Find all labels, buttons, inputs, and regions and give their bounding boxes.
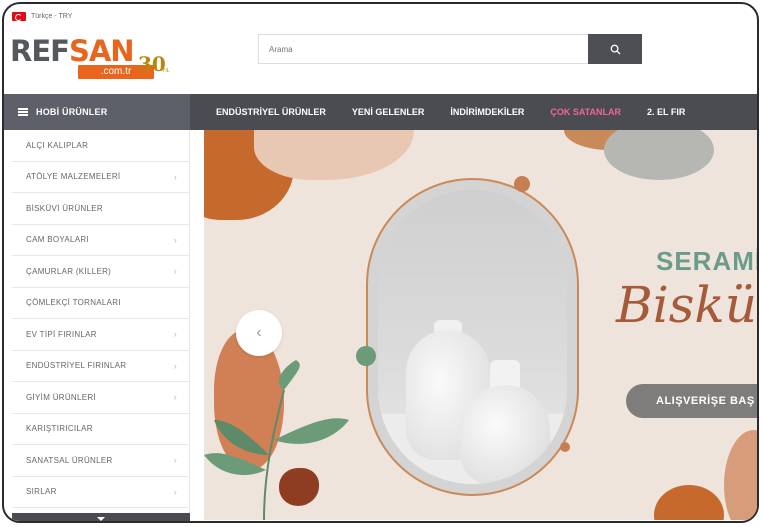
- nav-item-industrial[interactable]: ENDÜSTRİYEL ÜRÜNLER: [216, 107, 326, 117]
- sidebar-item-label: ÇÖMLEKÇİ TORNALARI: [26, 298, 121, 308]
- sidebar-expand-button[interactable]: [12, 513, 190, 521]
- sidebar-item-biskuvi[interactable]: BİSKÜVİ ÜRÜNLER: [12, 193, 189, 225]
- site-logo[interactable]: REFSAN .com.tr 30 YIL: [10, 32, 190, 82]
- sidebar-item-label: ENDÜSTRİYEL FIRINLAR: [26, 361, 127, 371]
- language-label: Türkçe - TRY: [31, 13, 73, 20]
- sidebar-item-label: ÇAMURLAR (KİLLER): [26, 266, 112, 276]
- decor-dot: [560, 442, 570, 452]
- hamburger-icon: [18, 108, 28, 116]
- sidebar-item-cam-boyalari[interactable]: CAM BOYALARI ›: [12, 225, 189, 256]
- decor-blob: [604, 130, 714, 180]
- sidebar-item-label: CAM BOYALARI: [26, 235, 90, 245]
- chevron-right-icon: ›: [173, 392, 177, 403]
- sidebar-item-tornalar[interactable]: ÇÖMLEKÇİ TORNALARI: [12, 288, 189, 319]
- language-selector[interactable]: Türkçe - TRY: [12, 12, 72, 21]
- logo-ref: REF: [10, 34, 70, 68]
- sidebar-item-label: KARIŞTIRICILAR: [26, 424, 93, 434]
- chevron-right-icon: ›: [173, 329, 177, 340]
- chevron-right-icon: ›: [173, 171, 177, 182]
- logo-years-sub: YIL: [162, 68, 170, 74]
- leaf-illustration: [204, 360, 349, 520]
- mirror-frame: [366, 178, 579, 496]
- nav-item-discounts[interactable]: İNDİRİMDEKİLER: [450, 107, 524, 117]
- sidebar-item-giyim[interactable]: GİYİM ÜRÜNLERİ ›: [12, 382, 189, 414]
- caret-down-icon: [97, 517, 105, 521]
- decor-dot: [356, 346, 376, 366]
- search-button[interactable]: [588, 34, 642, 64]
- chevron-right-icon: ›: [173, 360, 177, 371]
- sidebar-item-camurlar[interactable]: ÇAMURLAR (KİLLER) ›: [12, 256, 189, 288]
- sidebar-item-label: ATÖLYE MALZEMELERİ: [26, 172, 121, 182]
- shop-now-button[interactable]: ALIŞVERİŞE BAŞ: [626, 384, 757, 418]
- sidebar-item-label: BİSKÜVİ ÜRÜNLER: [26, 203, 103, 213]
- turkey-flag-icon: [12, 12, 26, 21]
- sidebar-item-label: SIRLAR: [26, 487, 57, 497]
- sidebar-item-sirlar[interactable]: SIRLAR ›: [12, 477, 189, 508]
- main-navigation: HOBİ ÜRÜNLER ENDÜSTRİYEL ÜRÜNLER YENİ GE…: [4, 94, 757, 130]
- sidebar-item-label: GİYİM ÜRÜNLERİ: [26, 392, 96, 402]
- banner-title: SERAMİ: [656, 246, 759, 276]
- search-input[interactable]: [258, 34, 588, 64]
- logo-san: SAN: [68, 34, 135, 68]
- chevron-right-icon: ›: [173, 266, 177, 277]
- sidebar-item-atolye[interactable]: ATÖLYE MALZEMELERİ ›: [12, 162, 189, 193]
- vase-small: [460, 385, 550, 484]
- sidebar-item-ev-tipi-firinlar[interactable]: EV TİPİ FIRINLAR ›: [12, 319, 189, 351]
- vase-photo: [378, 190, 567, 484]
- sidebar-item-alci-kaliplar[interactable]: ALÇI KALIPLAR: [12, 130, 189, 162]
- chevron-right-icon: ›: [173, 234, 177, 245]
- sidebar-item-label: SANATSAL ÜRÜNLER: [26, 455, 113, 465]
- chevron-right-icon: ›: [173, 486, 177, 497]
- carousel-prev-button[interactable]: ‹: [236, 310, 282, 356]
- chevron-left-icon: ‹: [256, 324, 262, 341]
- nav-item-second-hand[interactable]: 2. EL FIR: [647, 107, 685, 117]
- sidebar-item-label: EV TİPİ FIRINLAR: [26, 329, 97, 339]
- sidebar-item-endustriyel-firinlar[interactable]: ENDÜSTRİYEL FIRINLAR ›: [12, 351, 189, 382]
- decor-blob: [724, 430, 757, 520]
- banner-subtitle: Bisküvi: [616, 276, 757, 334]
- decor-dot: [514, 176, 530, 192]
- nav-hobi-label: HOBİ ÜRÜNLER: [36, 107, 108, 117]
- hero-banner[interactable]: ‹ SERAMİ Bisküvi ALIŞVERİŞE BAŞ: [204, 130, 759, 520]
- nav-item-new-arrivals[interactable]: YENİ GELENLER: [352, 107, 425, 117]
- search-bar: [258, 34, 642, 64]
- sidebar-item-karistiricilar[interactable]: KARIŞTIRICILAR: [12, 414, 189, 445]
- search-icon: [610, 44, 621, 55]
- chevron-right-icon: ›: [173, 455, 177, 466]
- decor-blob: [654, 485, 724, 520]
- sidebar-item-label: ALÇI KALIPLAR: [26, 140, 89, 150]
- category-sidebar: ALÇI KALIPLAR ATÖLYE MALZEMELERİ › BİSKÜV…: [12, 130, 190, 521]
- nav-hobi-products[interactable]: HOBİ ÜRÜNLER: [4, 94, 190, 130]
- sidebar-item-sanatsal[interactable]: SANATSAL ÜRÜNLER ›: [12, 445, 189, 477]
- decor-blob: [254, 130, 414, 180]
- logo-wordmark: REFSAN: [10, 34, 135, 68]
- browser-frame: Türkçe - TRY REFSAN .com.tr 30 YIL HOBİ …: [2, 2, 759, 523]
- nav-item-bestsellers[interactable]: ÇOK SATANLAR: [550, 107, 621, 117]
